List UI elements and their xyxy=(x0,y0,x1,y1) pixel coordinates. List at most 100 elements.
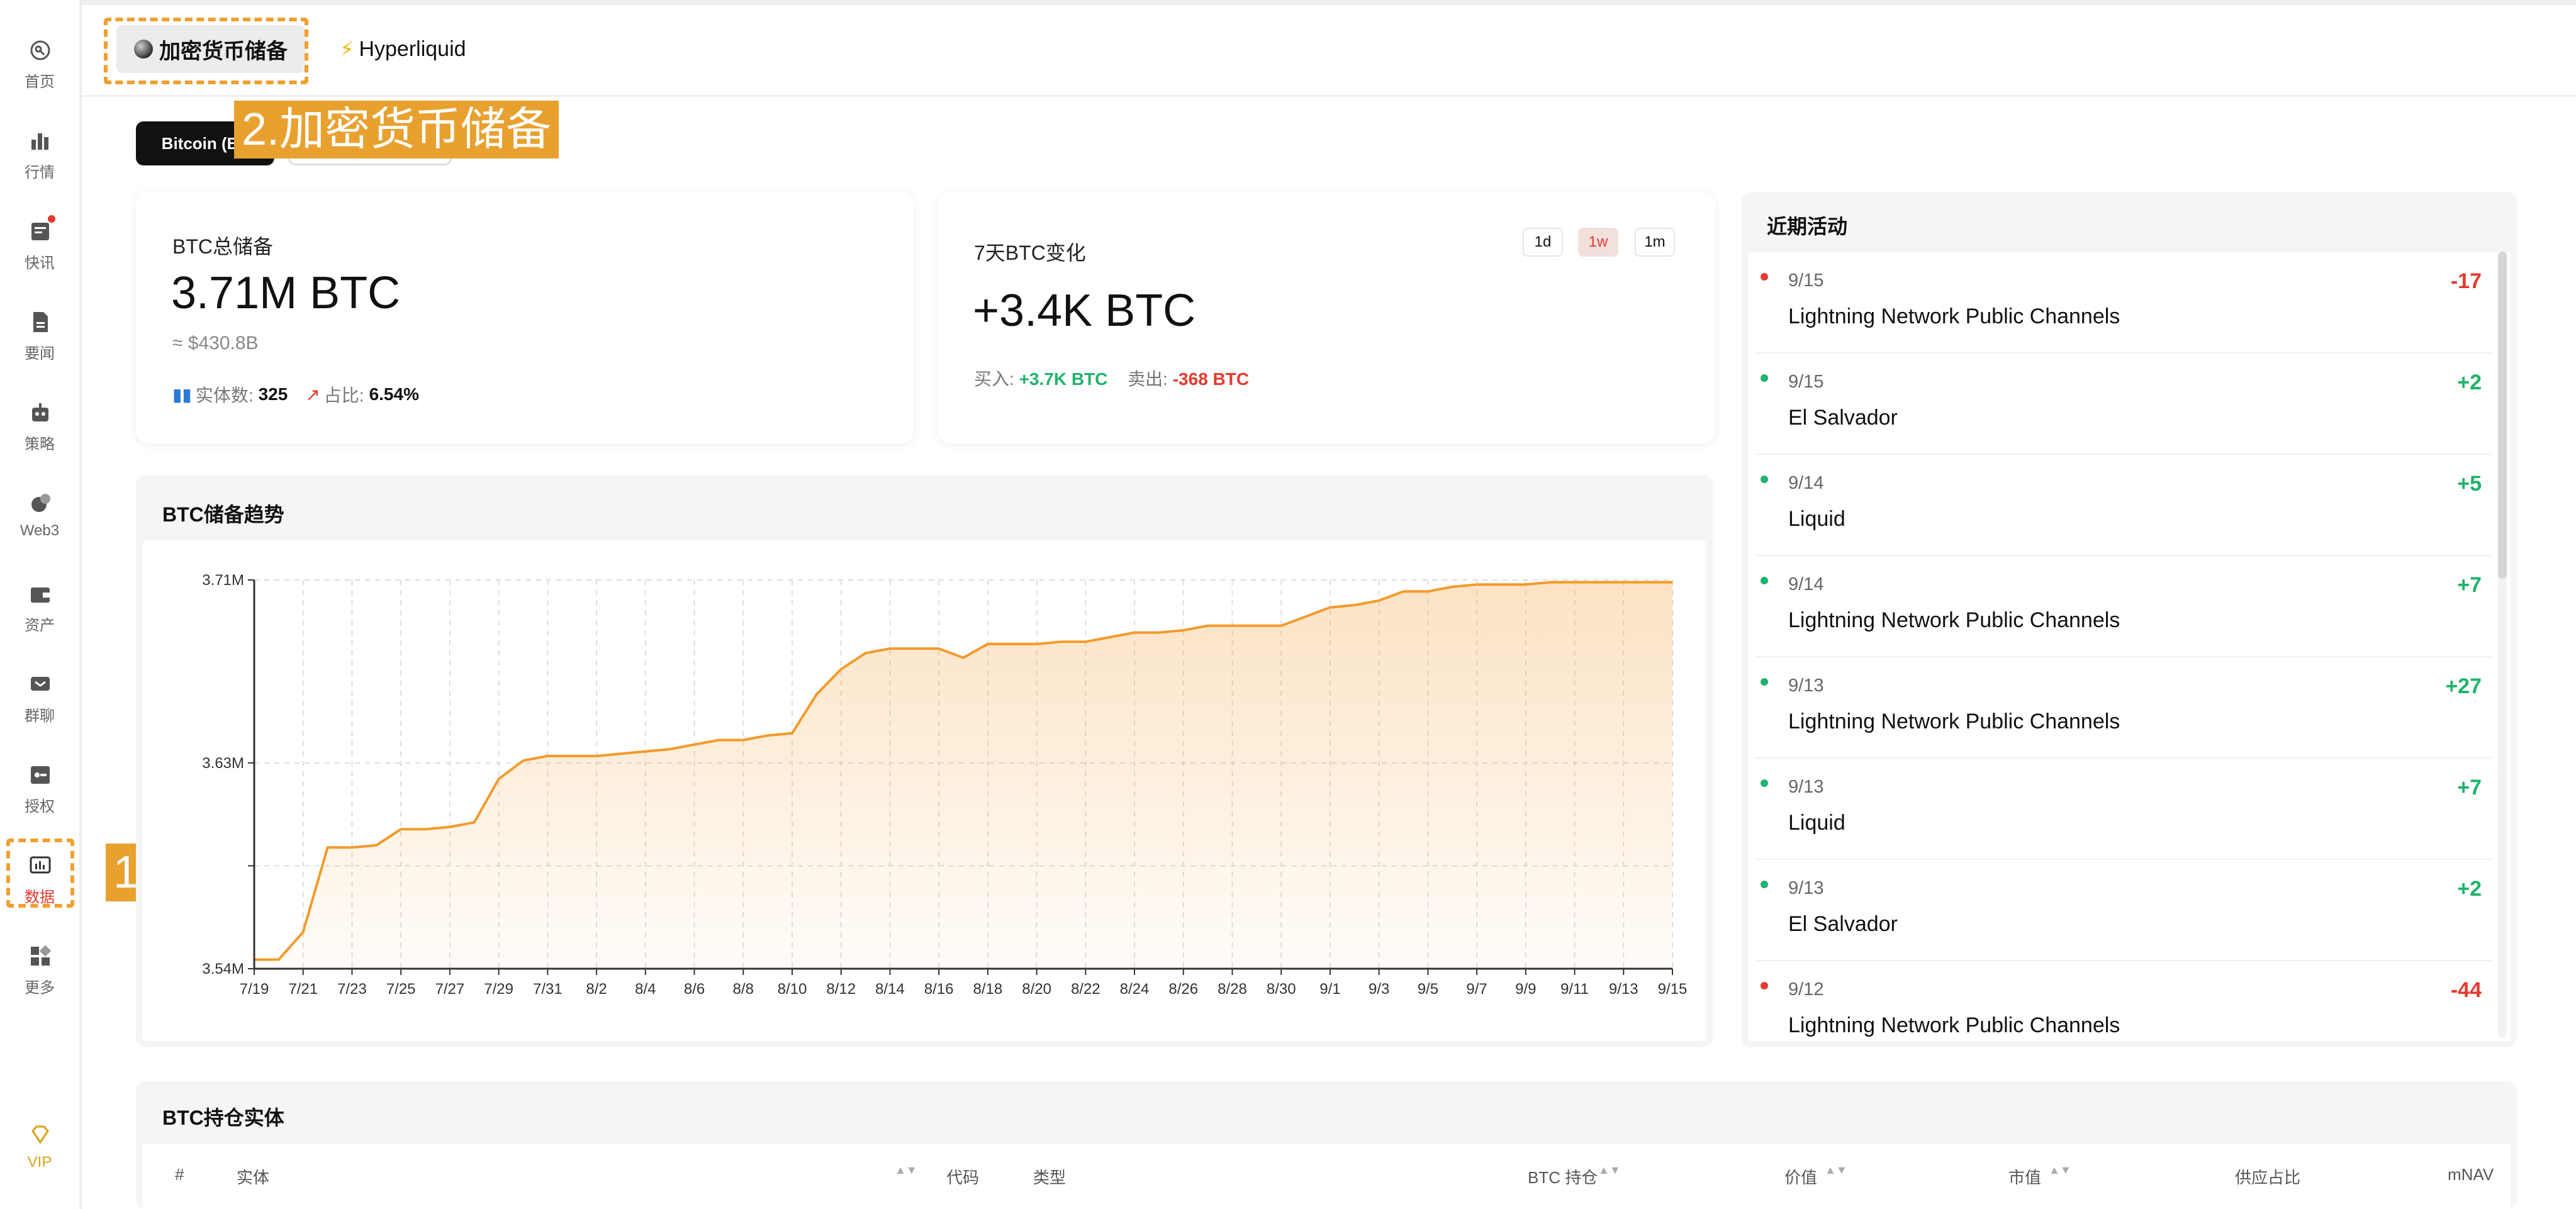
col-entity[interactable]: 实体 xyxy=(237,1165,269,1188)
x-tick-label: 9/7 xyxy=(1466,981,1487,998)
entities-value: 325 xyxy=(258,384,288,404)
status-dot xyxy=(1761,577,1768,584)
activity-item[interactable]: 9/13 Lightning Network Public Channels +27 xyxy=(1756,658,2492,759)
x-tick-label: 7/31 xyxy=(533,981,563,998)
trend-chart: 3.54M 3.63M 3.71M 7/19 7/21 7/23 7/25 7/27 7/29 7… xyxy=(202,572,1687,998)
stats-line: ▮▮ 实体数: 325 ↗ 占比: 6.54% xyxy=(172,382,419,407)
period-1m-button[interactable]: 1m xyxy=(1635,228,1675,257)
activity-item[interactable]: 9/14 Lightning Network Public Channels +7 xyxy=(1756,557,2492,657)
activity-item[interactable]: 9/14 Liquid +5 xyxy=(1756,455,2492,556)
tab-hyperliquid[interactable]: ⚡ Hyperliquid xyxy=(340,25,466,73)
activity-date: 9/13 xyxy=(1788,676,1824,696)
activity-change: +2 xyxy=(2457,877,2482,901)
col-mnav: mNAV xyxy=(2448,1165,2494,1184)
left-sidebar: 首页 行情 快讯 要闻 策略 Web3 资产 群聊 授权 数据 更多 VIP xyxy=(0,0,82,1209)
x-tick-label: 8/6 xyxy=(684,981,705,998)
activity-date: 9/15 xyxy=(1788,372,1824,392)
col-market-cap[interactable]: 市值 xyxy=(2008,1165,2041,1188)
x-tick-label: 8/28 xyxy=(1218,981,1247,998)
sidebar-item-strategy[interactable]: 策略 xyxy=(0,391,79,467)
status-dot xyxy=(1761,374,1768,382)
x-tick-label: 8/24 xyxy=(1120,981,1150,998)
x-tick-label: 8/30 xyxy=(1267,981,1296,998)
buy-label: 买入: xyxy=(974,369,1014,389)
col-btc-holdings[interactable]: BTC 持仓 xyxy=(1528,1165,1598,1188)
sidebar-item-market[interactable]: 行情 xyxy=(0,120,79,195)
y-tick-label: 3.71M xyxy=(202,572,244,589)
vip-diamond-icon xyxy=(31,1125,49,1144)
activity-change: +2 xyxy=(2457,370,2482,394)
activity-entity: Lightning Network Public Channels xyxy=(1788,1013,2120,1037)
document-icon xyxy=(33,312,48,332)
sidebar-item-newsflash[interactable]: 快讯 xyxy=(0,210,79,286)
sidebar-item-vip[interactable]: VIP xyxy=(0,1113,79,1189)
activity-change: +27 xyxy=(2445,674,2482,698)
robot-icon xyxy=(32,403,48,421)
buy-value: +3.7K BTC xyxy=(1019,369,1108,389)
usd-value: ≈ $430.8B xyxy=(172,333,259,354)
x-tick-label: 9/3 xyxy=(1369,981,1389,998)
unread-dot xyxy=(48,215,55,223)
buy-sell-line: 买入: +3.7K BTC 卖出: -368 BTC xyxy=(974,365,1249,391)
period-1d-button[interactable]: 1d xyxy=(1523,228,1563,257)
activity-item[interactable]: 9/13 Liquid +7 xyxy=(1756,759,2492,860)
activity-entity: Liquid xyxy=(1788,507,1845,531)
sort-icon[interactable]: ▲▼ xyxy=(2049,1164,2071,1177)
x-tick-label: 8/12 xyxy=(826,981,856,998)
col-value[interactable]: 价值 xyxy=(1784,1165,1817,1188)
x-tick-label: 7/27 xyxy=(435,981,465,998)
x-tick-label: 9/11 xyxy=(1560,981,1589,998)
activity-item[interactable]: 9/13 El Salvador +2 xyxy=(1756,861,2492,961)
x-tick-label: 8/22 xyxy=(1071,981,1100,998)
period-1w-button[interactable]: 1w xyxy=(1578,228,1618,257)
sidebar-item-home[interactable]: 首页 xyxy=(0,29,79,104)
activity-change: +7 xyxy=(2457,573,2482,597)
newsflash-icon xyxy=(31,223,49,240)
x-tick-label: 8/10 xyxy=(778,981,807,998)
sort-icon[interactable]: ▲▼ xyxy=(895,1164,917,1177)
sidebar-item-authorize[interactable]: 授权 xyxy=(0,754,79,829)
activity-scrollbar[interactable] xyxy=(2498,252,2507,1038)
total-reserve-card: BTC总储备 3.71M BTC ≈ $430.8B ▮▮ 实体数: 325 ↗… xyxy=(136,192,914,443)
x-tick-label: 9/13 xyxy=(1609,981,1638,998)
activity-entity: Liquid xyxy=(1788,811,1845,835)
activity-entity: Lightning Network Public Channels xyxy=(1788,304,2120,328)
activity-change: +7 xyxy=(2457,776,2482,800)
home-icon xyxy=(30,40,50,60)
activity-entity: El Salvador xyxy=(1788,406,1898,430)
bar-chart-icon xyxy=(31,133,48,150)
chart-title: BTC储备趋势 xyxy=(162,503,284,526)
status-dot xyxy=(1761,476,1768,483)
x-tick-label: 7/19 xyxy=(240,981,269,998)
sort-icon[interactable]: ▲▼ xyxy=(1825,1164,1847,1177)
sort-icon[interactable]: ▲▼ xyxy=(1598,1164,1621,1177)
sidebar-item-label: 资产 xyxy=(25,617,55,634)
x-tick-label: 7/21 xyxy=(288,981,318,998)
card-title: BTC总储备 xyxy=(172,235,274,258)
x-tick-label: 8/16 xyxy=(924,981,954,998)
activity-item[interactable]: 9/15 El Salvador +2 xyxy=(1756,354,2492,455)
sidebar-item-label: VIP xyxy=(27,1154,52,1171)
activity-entity: El Salvador xyxy=(1788,912,1898,936)
sidebar-item-label: 首页 xyxy=(25,74,55,91)
more-grid-icon xyxy=(31,945,52,966)
activity-entity: Lightning Network Public Channels xyxy=(1788,710,2120,733)
activity-title: 近期活动 xyxy=(1767,215,1848,238)
status-dot xyxy=(1761,273,1768,281)
scroll-thumb[interactable] xyxy=(2498,252,2507,579)
activity-item[interactable]: 9/12 Lightning Network Public Channels -44 xyxy=(1756,962,2492,1062)
trend-emoji-icon: ↗ xyxy=(305,384,320,404)
sidebar-item-more[interactable]: 更多 xyxy=(0,935,79,1010)
share-value: 6.54% xyxy=(369,384,419,404)
sidebar-item-group-chat[interactable]: 群聊 xyxy=(0,663,79,738)
activity-date: 9/14 xyxy=(1788,473,1824,493)
lightning-icon: ⚡ xyxy=(340,38,354,60)
activity-item[interactable]: 9/15 Lightning Network Public Channels -17 xyxy=(1756,253,2492,354)
activity-date: 9/13 xyxy=(1788,878,1824,898)
sidebar-item-assets[interactable]: 资产 xyxy=(0,572,79,648)
sidebar-item-web3[interactable]: Web3 xyxy=(0,482,79,557)
activity-change: -44 xyxy=(2450,978,2482,1002)
x-tick-label: 8/4 xyxy=(635,981,656,998)
col-type: 类型 xyxy=(1033,1168,1067,1187)
sidebar-item-headlines[interactable]: 要闻 xyxy=(0,301,79,376)
